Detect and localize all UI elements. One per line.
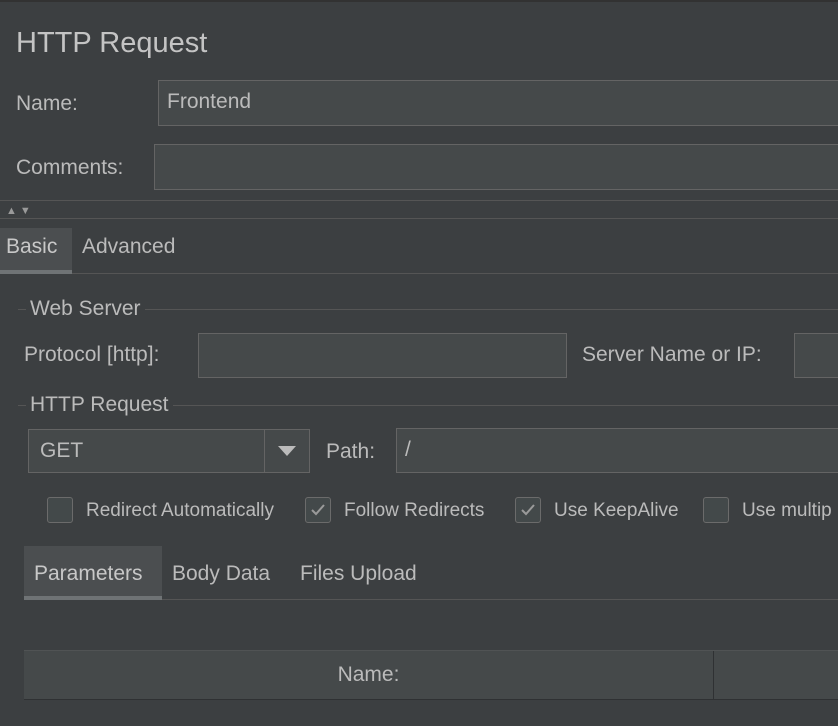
protocol-field[interactable] — [198, 333, 567, 378]
path-label: Path: — [326, 440, 376, 463]
server-name-label: Server Name or IP: — [582, 343, 762, 366]
split-divider-top — [0, 200, 838, 201]
protocol-label: Protocol [http]: — [24, 343, 160, 366]
http-request-panel: HTTP Request Name: Frontend Comments: ▲▼… — [0, 0, 838, 726]
method-select-value: GET — [40, 439, 84, 462]
checkmark-icon — [521, 504, 535, 516]
follow-redirects-label: Follow Redirects — [344, 500, 485, 521]
web-server-group-title: Web Server — [26, 296, 145, 322]
comments-label: Comments: — [16, 156, 124, 179]
name-label: Name: — [16, 92, 78, 115]
panel-title: HTTP Request — [16, 27, 208, 59]
split-pane-arrows[interactable]: ▲▼ — [6, 205, 34, 217]
arrow-down-icon[interactable]: ▼ — [20, 205, 34, 217]
split-divider-bottom — [0, 218, 838, 219]
sub-tabs-underline — [162, 599, 838, 600]
column-header-name[interactable]: Name: — [24, 651, 713, 699]
server-name-field[interactable] — [794, 333, 838, 378]
top-border — [0, 0, 838, 2]
use-multipart-checkbox[interactable] — [703, 497, 729, 523]
tab-advanced[interactable]: Advanced — [82, 232, 175, 262]
column-header-value[interactable] — [714, 651, 838, 699]
http-request-group-title: HTTP Request — [26, 392, 173, 418]
tab-body-data[interactable]: Body Data — [172, 559, 270, 589]
tab-basic-label: Basic — [6, 235, 58, 258]
follow-redirects-checkbox[interactable] — [305, 497, 331, 523]
name-field[interactable]: Frontend — [158, 80, 838, 126]
tab-files-upload[interactable]: Files Upload — [300, 559, 417, 589]
method-dropdown-button[interactable] — [265, 430, 309, 472]
use-multipart-label: Use multip — [742, 500, 832, 521]
tab-parameters[interactable]: Parameters — [24, 546, 162, 600]
use-keepalive-checkbox[interactable] — [515, 497, 541, 523]
path-field[interactable]: / — [396, 428, 838, 473]
redirect-automatically-checkbox[interactable] — [47, 497, 73, 523]
tabs-underline — [72, 273, 838, 274]
method-select[interactable]: GET — [28, 429, 310, 473]
chevron-down-icon — [278, 446, 296, 456]
use-keepalive-label: Use KeepAlive — [554, 500, 679, 521]
tab-parameters-label: Parameters — [34, 562, 143, 585]
tab-basic[interactable]: Basic — [0, 228, 72, 274]
comments-field[interactable] — [154, 144, 838, 190]
parameters-table-header: Name: — [24, 650, 838, 700]
arrow-up-icon[interactable]: ▲ — [6, 205, 20, 217]
redirect-automatically-label: Redirect Automatically — [86, 500, 274, 521]
checkmark-icon — [311, 504, 325, 516]
